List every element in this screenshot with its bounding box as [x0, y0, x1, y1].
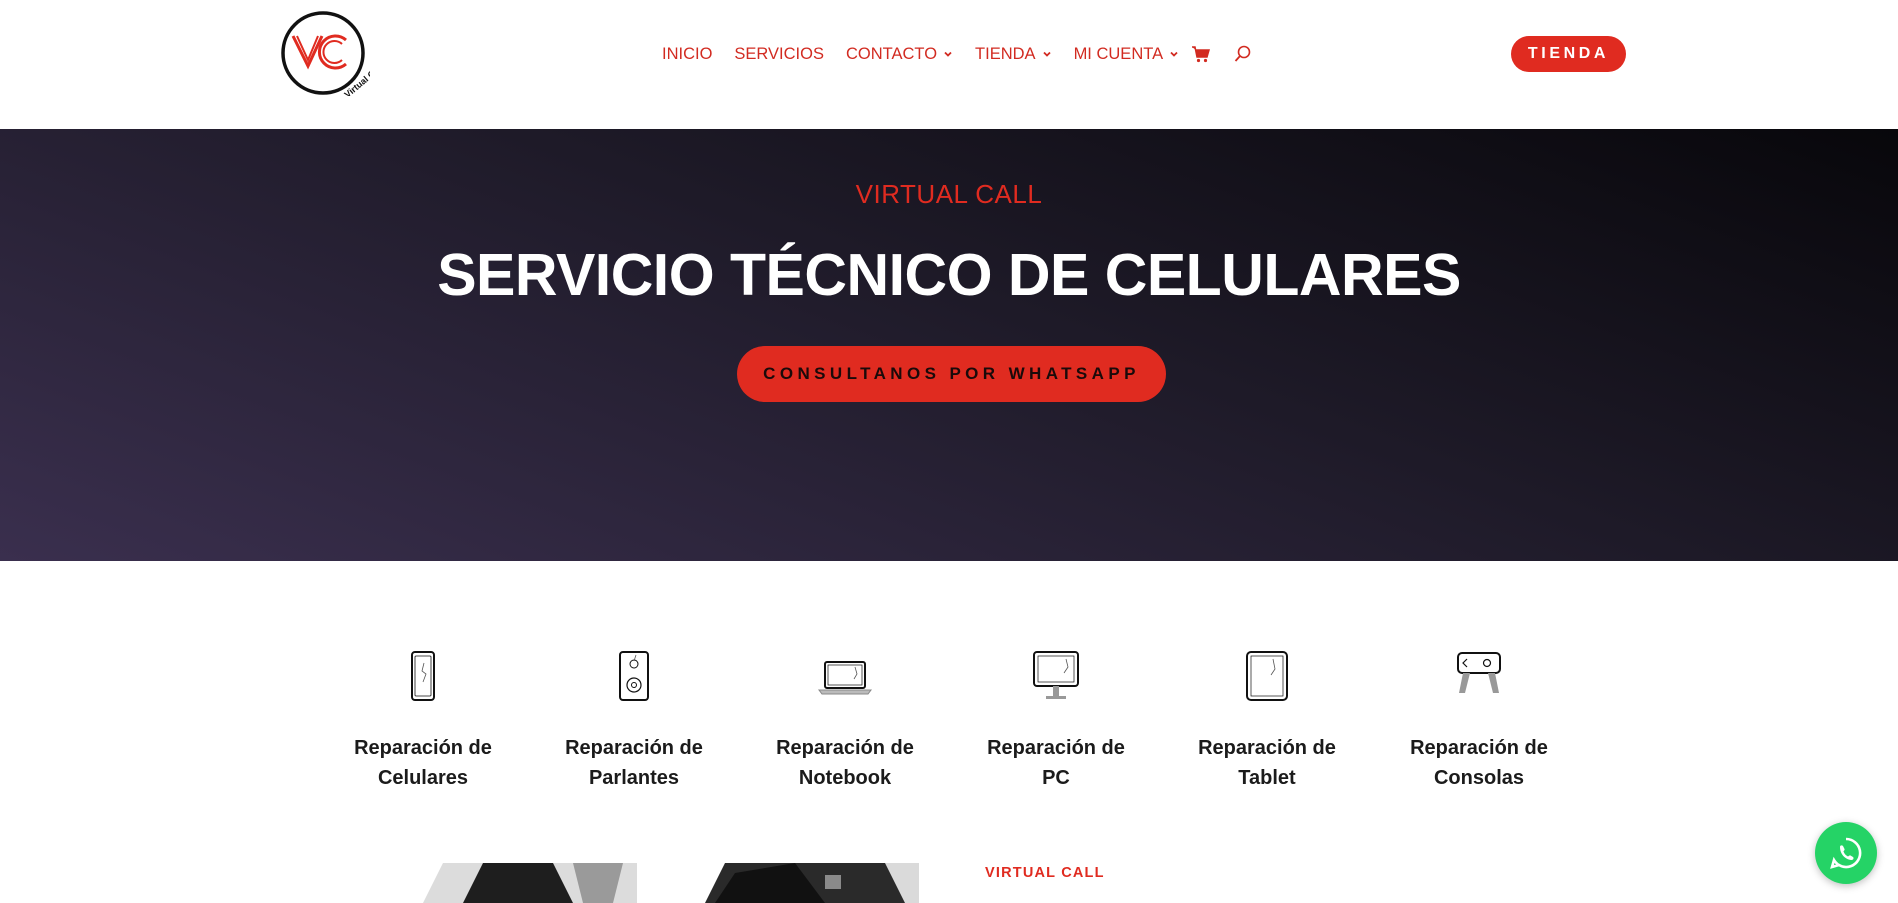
service-title-line1: Reparación de [987, 737, 1125, 759]
tablet-icon [1246, 651, 1288, 701]
service-celulares[interactable]: Reparación de Celulares [333, 649, 513, 793]
nav-item-servicios[interactable]: SERVICIOS [734, 45, 824, 64]
service-title-line1: Reparación de [354, 737, 492, 759]
nav-label: TIENDA [975, 44, 1036, 63]
service-title-line2: PC [1042, 767, 1070, 789]
phone-icon [411, 651, 435, 701]
hero-title: SERVICIO TÉCNICO DE CELULARES [437, 242, 1461, 308]
nav-label: MI CUENTA [1073, 44, 1164, 63]
nav-label: CONTACTO [845, 44, 938, 63]
nav-item-inicio[interactable]: INICIO [662, 45, 712, 64]
logo[interactable]: Virtual Call [280, 10, 370, 96]
service-notebook[interactable]: Reparación de Notebook [755, 649, 935, 793]
service-title-line2: Parlantes [588, 767, 680, 789]
nav-item-mi-cuenta[interactable]: MI CUENTA [1074, 45, 1180, 64]
hero-section: VIRTUAL CALL SERVICIO TÉCNICO DE CELULAR… [0, 129, 1898, 561]
whatsapp-consult-button[interactable]: CONSULTANOS POR WHATSAPP [737, 346, 1166, 402]
whatsapp-float-button[interactable] [1815, 822, 1877, 884]
service-consolas[interactable]: Reparación de Consolas [1389, 649, 1569, 793]
service-title-line1: Reparación de [565, 737, 703, 759]
repair-photo-1 [423, 863, 637, 903]
services-section: Reparación de Celulares Reparación de Pa… [0, 561, 1898, 903]
nav-label: INICIO [662, 44, 713, 63]
service-title-line2: Consolas [1433, 767, 1525, 789]
section-kicker: VIRTUAL CALL [985, 865, 1105, 881]
service-pc[interactable]: Reparación de PC [966, 649, 1146, 793]
service-title-line1: Reparación de [1410, 737, 1548, 759]
search-icon[interactable] [1233, 44, 1253, 64]
svg-text:Virtual Call: Virtual Call [342, 62, 370, 96]
service-title-line2: Notebook [798, 767, 892, 789]
service-tablet[interactable]: Reparación de Tablet [1177, 649, 1357, 793]
repair-photo-2 [705, 863, 919, 903]
cart-icon[interactable] [1191, 44, 1211, 64]
service-title-line2: Celulares [377, 767, 469, 789]
service-title-line1: Reparación de [1198, 737, 1336, 759]
chevron-down-icon [944, 51, 952, 57]
speaker-icon [619, 651, 649, 701]
nav-item-tienda[interactable]: TIENDA [975, 45, 1052, 64]
service-parlantes[interactable]: Reparación de Parlantes [544, 649, 724, 793]
site-header: Virtual Call INICIO SERVICIOS CONTACTO T… [0, 0, 1898, 129]
whatsapp-icon [1830, 837, 1862, 869]
nav-item-contacto[interactable]: CONTACTO [846, 45, 953, 64]
console-icon [1457, 652, 1501, 693]
service-title-line1: Reparación de [776, 737, 914, 759]
chevron-down-icon [1170, 51, 1178, 57]
nav-label: SERVICIOS [734, 44, 824, 63]
main-nav: INICIO SERVICIOS CONTACTO TIENDA MI CUEN… [662, 40, 1275, 68]
laptop-icon [818, 661, 872, 695]
monitor-icon [1033, 651, 1079, 699]
service-title-line2: Tablet [1238, 767, 1296, 789]
tienda-button[interactable]: TIENDA [1511, 36, 1626, 72]
hero-kicker: VIRTUAL CALL [855, 179, 1043, 209]
chevron-down-icon [1042, 51, 1051, 57]
